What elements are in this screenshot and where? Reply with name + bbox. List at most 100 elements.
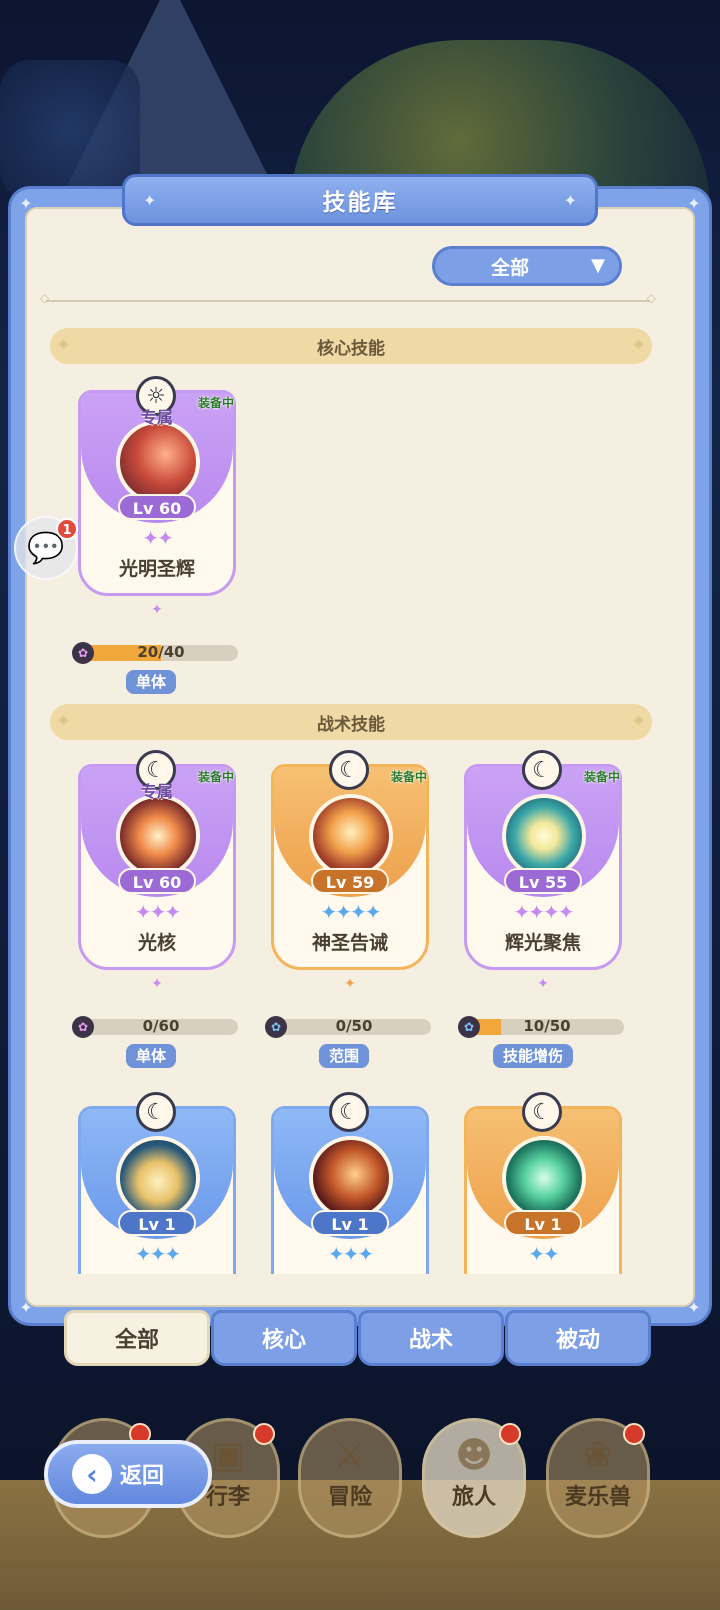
tab-label: 被动 xyxy=(555,1328,600,1353)
background-foliage xyxy=(0,60,140,200)
skill-level: Lv 1 xyxy=(118,1210,196,1236)
moon-icon: ☾ xyxy=(522,750,562,790)
notification-dot xyxy=(253,1423,275,1445)
skill-card-tactical-2[interactable]: ☾ 装备中 Lv 55 ✦✦✦✦ 辉光聚焦 ✦ xyxy=(464,750,622,992)
equipped-label: 装备中 xyxy=(583,770,620,784)
skill-name: 光明圣辉 xyxy=(118,558,195,580)
back-button[interactable]: ‹ 返回 xyxy=(44,1440,212,1508)
swords-icon: ⚔ xyxy=(333,1435,367,1476)
star-rating: ✦✦ xyxy=(528,1242,560,1266)
skill-level: Lv 1 xyxy=(311,1210,389,1236)
nav-label: 旅人 xyxy=(451,1485,496,1510)
nav-adventure[interactable]: ⚔ 冒险 xyxy=(298,1418,402,1538)
skill-level: Lv 60 xyxy=(118,494,196,520)
nav-label: 行李 xyxy=(205,1485,250,1510)
skill-name: 辉光聚焦 xyxy=(504,932,581,954)
diamond-icon: ◈ xyxy=(58,712,69,728)
back-arrow-icon: ‹ xyxy=(72,1454,112,1494)
diamond-icon: ◈ xyxy=(633,336,644,352)
skill-orb-icon xyxy=(116,794,200,878)
star-rating: ✦✦✦✦ xyxy=(320,900,381,924)
gem-icon: ✦ xyxy=(151,602,163,618)
diamond-icon: ✦ xyxy=(563,191,577,210)
progress-text: 0/50 xyxy=(335,1017,373,1035)
skill-tag: 单体 xyxy=(126,670,177,694)
skill-grid-row-2: ☾ Lv 1 ✦✦✦ ☾ Lv 1 ✦✦✦ ☾ Lv 1 ✦✦ xyxy=(24,1086,696,1274)
chat-badge: 1 xyxy=(56,518,78,540)
skill-orb-icon xyxy=(309,794,393,878)
equipped-label: 装备中 xyxy=(197,770,234,784)
equipped-label: 装备中 xyxy=(197,396,234,410)
skill-progress-core-0: ✿ 20/40 xyxy=(72,642,238,664)
skill-progress-tactical-2: ✿ 10/50 xyxy=(458,1016,624,1038)
skill-level: Lv 55 xyxy=(504,868,582,894)
dropdown-arrow-icon: ▼ xyxy=(591,255,605,276)
progress-text: 20/40 xyxy=(137,643,185,661)
skill-level: Lv 60 xyxy=(118,868,196,894)
background-scene xyxy=(0,0,720,200)
skill-progress-tactical-1: ✿ 0/50 xyxy=(265,1016,431,1038)
pet-icon: ❀ xyxy=(582,1435,614,1476)
tab-label: 全部 xyxy=(114,1328,159,1353)
tab-passive[interactable]: 被动 xyxy=(505,1310,651,1366)
nav-pet[interactable]: ❀ 麦乐兽 xyxy=(546,1418,650,1538)
diamond-icon: ◈ xyxy=(58,336,69,352)
skill-tag: 技能增伤 xyxy=(493,1044,574,1068)
gem-icon: ✦ xyxy=(537,976,549,992)
tab-label: 核心 xyxy=(261,1328,306,1353)
skill-card-core-0[interactable]: ☼ 专属 装备中 Lv 60 ✦✦ 光明圣辉 ✦ xyxy=(78,376,236,618)
skill-tag: 范围 xyxy=(319,1044,370,1068)
section-title: 核心技能 xyxy=(317,338,385,359)
filter-selected-value: 全部 xyxy=(491,256,530,279)
section-header-tactical: ◈ 战术技能 ◈ xyxy=(50,704,652,740)
skill-level: Lv 59 xyxy=(311,868,389,894)
gem-icon: ✦ xyxy=(344,976,356,992)
star-rating: ✦✦✦ xyxy=(327,1242,374,1266)
notification-dot xyxy=(623,1423,645,1445)
skill-progress-tactical-0: ✿ 0/60 xyxy=(72,1016,238,1038)
diamond-icon: ✦ xyxy=(143,191,157,210)
skill-orb-icon xyxy=(502,1136,586,1220)
section-header-core: ◈ 核心技能 ◈ xyxy=(50,328,652,364)
moon-icon: ☾ xyxy=(522,1092,562,1132)
moon-icon: ☾ xyxy=(329,750,369,790)
skill-card-tactical-0[interactable]: ☾ 专属 装备中 Lv 60 ✦✦✦ 光核 ✦ xyxy=(78,750,236,992)
traveler-icon: ☻ xyxy=(455,1435,493,1476)
panel-title: 技能库 xyxy=(322,190,398,216)
tab-tactical[interactable]: 战术 xyxy=(358,1310,504,1366)
tab-label: 战术 xyxy=(408,1328,453,1353)
tab-core[interactable]: 核心 xyxy=(211,1310,357,1366)
skill-card-tactical-4[interactable]: ☾ Lv 1 ✦✦✦ xyxy=(271,1092,429,1274)
skill-card-tactical-3[interactable]: ☾ Lv 1 ✦✦✦ xyxy=(78,1092,236,1274)
skill-level: Lv 1 xyxy=(504,1210,582,1236)
skill-orb-icon xyxy=(116,420,200,504)
nav-label: 麦乐兽 xyxy=(564,1485,631,1510)
nav-label: 冒险 xyxy=(327,1485,372,1510)
star-rating: ✦✦✦✦ xyxy=(513,900,574,924)
progress-text: 0/60 xyxy=(142,1017,180,1035)
skill-card-tactical-1[interactable]: ☾ 装备中 Lv 59 ✦✦✦✦ 神圣告诫 ✦ xyxy=(271,750,429,992)
tab-all[interactable]: 全部 xyxy=(64,1310,210,1366)
notification-dot xyxy=(499,1423,521,1445)
panel-title-bar: ✦ 技能库 ✦ xyxy=(122,174,598,226)
moon-icon: ☾ xyxy=(136,1092,176,1132)
skill-orb-icon xyxy=(502,794,586,878)
star-rating: ✦✦ xyxy=(142,526,174,550)
skill-orb-icon xyxy=(309,1136,393,1220)
section-title: 战术技能 xyxy=(317,714,385,735)
skill-card-tactical-5[interactable]: ☾ Lv 1 ✦✦ xyxy=(464,1092,622,1274)
gem-icon: ✦ xyxy=(151,976,163,992)
diamond-icon: ◈ xyxy=(633,712,644,728)
skill-tag: 单体 xyxy=(126,1044,177,1068)
filter-dropdown[interactable]: 全部 ▼ xyxy=(432,246,622,286)
skill-orb-icon xyxy=(116,1136,200,1220)
star-rating: ✦✦✦ xyxy=(134,900,181,924)
backpack-icon: ▣ xyxy=(210,1435,245,1476)
skill-name: 神圣告诫 xyxy=(311,932,388,954)
divider xyxy=(40,291,656,305)
moon-icon: ☾ xyxy=(329,1092,369,1132)
progress-text: 10/50 xyxy=(523,1017,571,1035)
nav-traveler[interactable]: ☻ 旅人 xyxy=(422,1418,526,1538)
equipped-label: 装备中 xyxy=(390,770,427,784)
star-rating: ✦✦✦ xyxy=(134,1242,181,1266)
